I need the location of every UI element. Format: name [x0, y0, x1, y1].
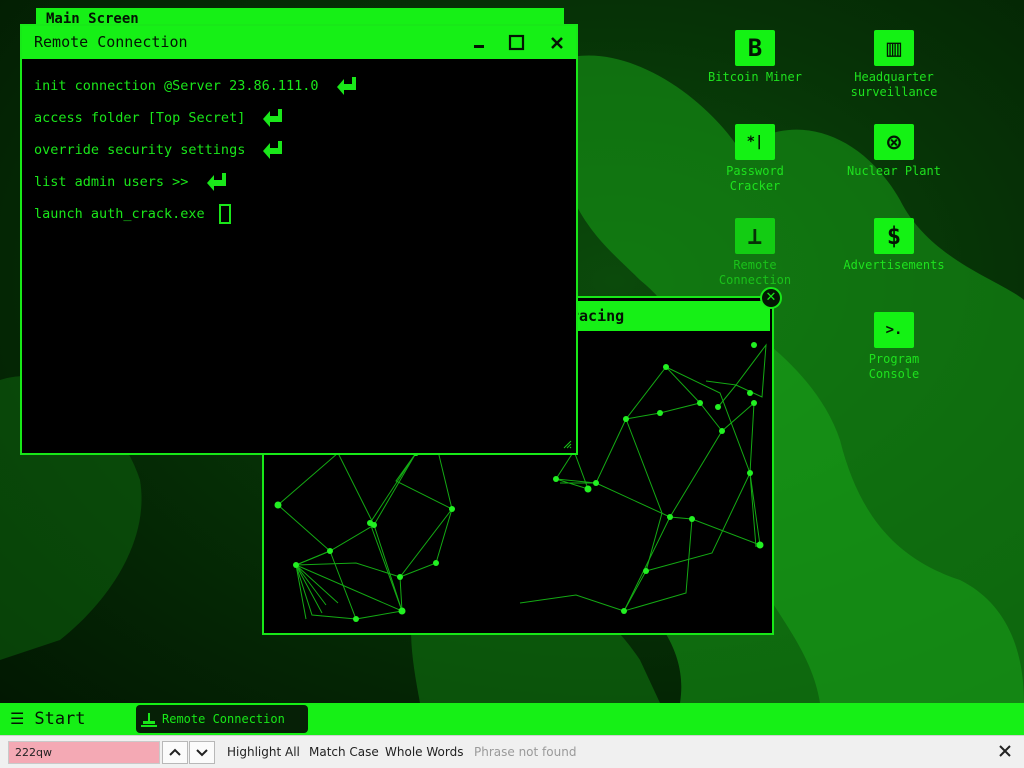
remote-connection-title: Remote Connection: [34, 33, 188, 51]
taskbar: ☰ Start Remote Connection: [0, 703, 1024, 735]
desktop-icon-label: Password Cracker: [726, 164, 784, 193]
remote-connection-titlebar[interactable]: Remote Connection: [22, 26, 576, 59]
enter-key-icon: [206, 173, 226, 191]
terminal-input-line[interactable]: launch auth_crack.exe: [34, 198, 566, 230]
password-icon: *|: [735, 124, 775, 160]
desktop-icon-label: Program Console: [868, 352, 920, 381]
desktop-icon-program-console[interactable]: >. Program Console: [834, 312, 954, 382]
dollar-icon: $: [874, 218, 914, 254]
desktop-icon-label: Nuclear Plant: [847, 164, 941, 178]
console-icon: >.: [874, 312, 914, 348]
minimize-icon: [474, 45, 484, 48]
bitcoin-icon: B: [735, 30, 775, 66]
desktop-icon-label: Headquarter surveillance: [850, 70, 938, 99]
whole-words-toggle[interactable]: Whole Words: [385, 745, 463, 759]
maximize-icon: [508, 34, 525, 51]
text-cursor: [218, 204, 231, 224]
chevron-down-icon: [196, 749, 208, 757]
surveillance-calendar-icon: ▥: [874, 30, 914, 66]
find-input[interactable]: [8, 741, 160, 764]
enter-key-icon: [263, 109, 283, 127]
enter-key-icon: [263, 141, 283, 159]
terminal-line: access folder [Top Secret]: [34, 102, 566, 134]
minimize-button[interactable]: [466, 30, 492, 56]
desktop-icon-headquarter-surveillance[interactable]: ▥ Headquarter surveillance: [834, 30, 954, 100]
desktop-icon-label: Bitcoin Miner: [708, 70, 802, 84]
close-button[interactable]: [544, 30, 570, 56]
find-previous-button[interactable]: [162, 741, 188, 764]
terminal-line: list admin users >>: [34, 166, 566, 198]
hamburger-menu-icon: ☰: [10, 709, 25, 728]
chevron-up-icon: [169, 748, 181, 756]
taskbar-item-label: Remote Connection: [162, 712, 285, 726]
ip-tracing-title: racing: [570, 307, 625, 325]
find-close-button[interactable]: [994, 742, 1016, 764]
taskbar-item-remote-connection[interactable]: Remote Connection: [136, 705, 308, 733]
start-label: Start: [34, 709, 86, 729]
desktop-icon-nuclear-plant[interactable]: ⊗ Nuclear Plant: [834, 124, 954, 179]
nuclear-icon: ⊗: [874, 124, 914, 160]
ip-tracing-close-button[interactable]: ✕: [760, 287, 782, 309]
enter-key-icon: [336, 77, 356, 95]
desktop: B Bitcoin Miner ▥ Headquarter surveillan…: [0, 0, 1024, 703]
find-next-button[interactable]: [189, 741, 215, 764]
match-case-toggle[interactable]: Match Case: [309, 745, 379, 759]
desktop-icon-advertisements[interactable]: $ Advertisements: [834, 218, 954, 273]
maximize-button[interactable]: [504, 30, 530, 56]
terminal-output[interactable]: init connection @Server 23.86.111.0 acce…: [34, 70, 566, 230]
highlight-all-toggle[interactable]: Highlight All: [227, 745, 300, 759]
close-icon: [999, 745, 1011, 757]
terminal-line: override security settings: [34, 134, 566, 166]
desktop-icon-remote-connection[interactable]: ⊥ Remote Connection: [695, 218, 815, 288]
remote-connection-icon: ⊥: [735, 218, 775, 254]
close-icon: [551, 37, 563, 49]
remote-connection-window[interactable]: Remote Connection init connection @Serve…: [20, 24, 578, 455]
desktop-icon-bitcoin-miner[interactable]: B Bitcoin Miner: [695, 30, 815, 85]
desktop-icon-label: Advertisements: [843, 258, 945, 272]
terminal-line: init connection @Server 23.86.111.0: [34, 70, 566, 102]
resize-grip-icon[interactable]: [562, 439, 572, 449]
start-button[interactable]: ☰ Start: [10, 703, 86, 735]
desktop-icon-label: Remote Connection: [718, 258, 792, 287]
remote-connection-icon: [141, 712, 157, 727]
find-bar: Highlight All Match Case Whole Words Phr…: [0, 735, 1024, 768]
find-status: Phrase not found: [474, 745, 577, 759]
desktop-icon-password-cracker[interactable]: *| Password Cracker: [695, 124, 815, 194]
